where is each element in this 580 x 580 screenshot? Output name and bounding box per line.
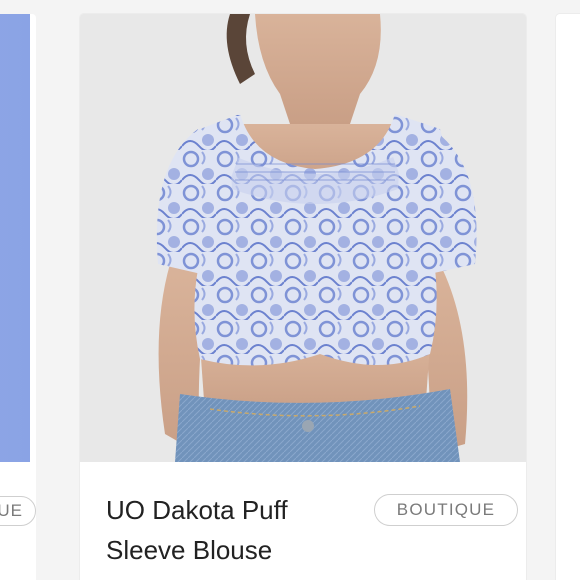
next-product-card[interactable] bbox=[556, 14, 580, 580]
previous-boutique-badge: UE bbox=[0, 496, 36, 526]
product-image[interactable] bbox=[80, 14, 526, 462]
previous-product-image[interactable] bbox=[0, 14, 30, 462]
boutique-badge-label: BOUTIQUE bbox=[396, 500, 496, 519]
previous-product-card[interactable]: UE bbox=[0, 14, 36, 580]
product-title[interactable]: UO Dakota Puff Sleeve Blouse bbox=[106, 490, 366, 570]
previous-badge-label: UE bbox=[0, 501, 23, 520]
product-card[interactable]: UO Dakota Puff Sleeve Blouse BOUTIQUE bbox=[80, 14, 526, 580]
product-grid: UE UO Dakota Puff Sleeve Blouse BOUTIQUE bbox=[0, 0, 580, 580]
boutique-badge: BOUTIQUE bbox=[374, 494, 518, 526]
